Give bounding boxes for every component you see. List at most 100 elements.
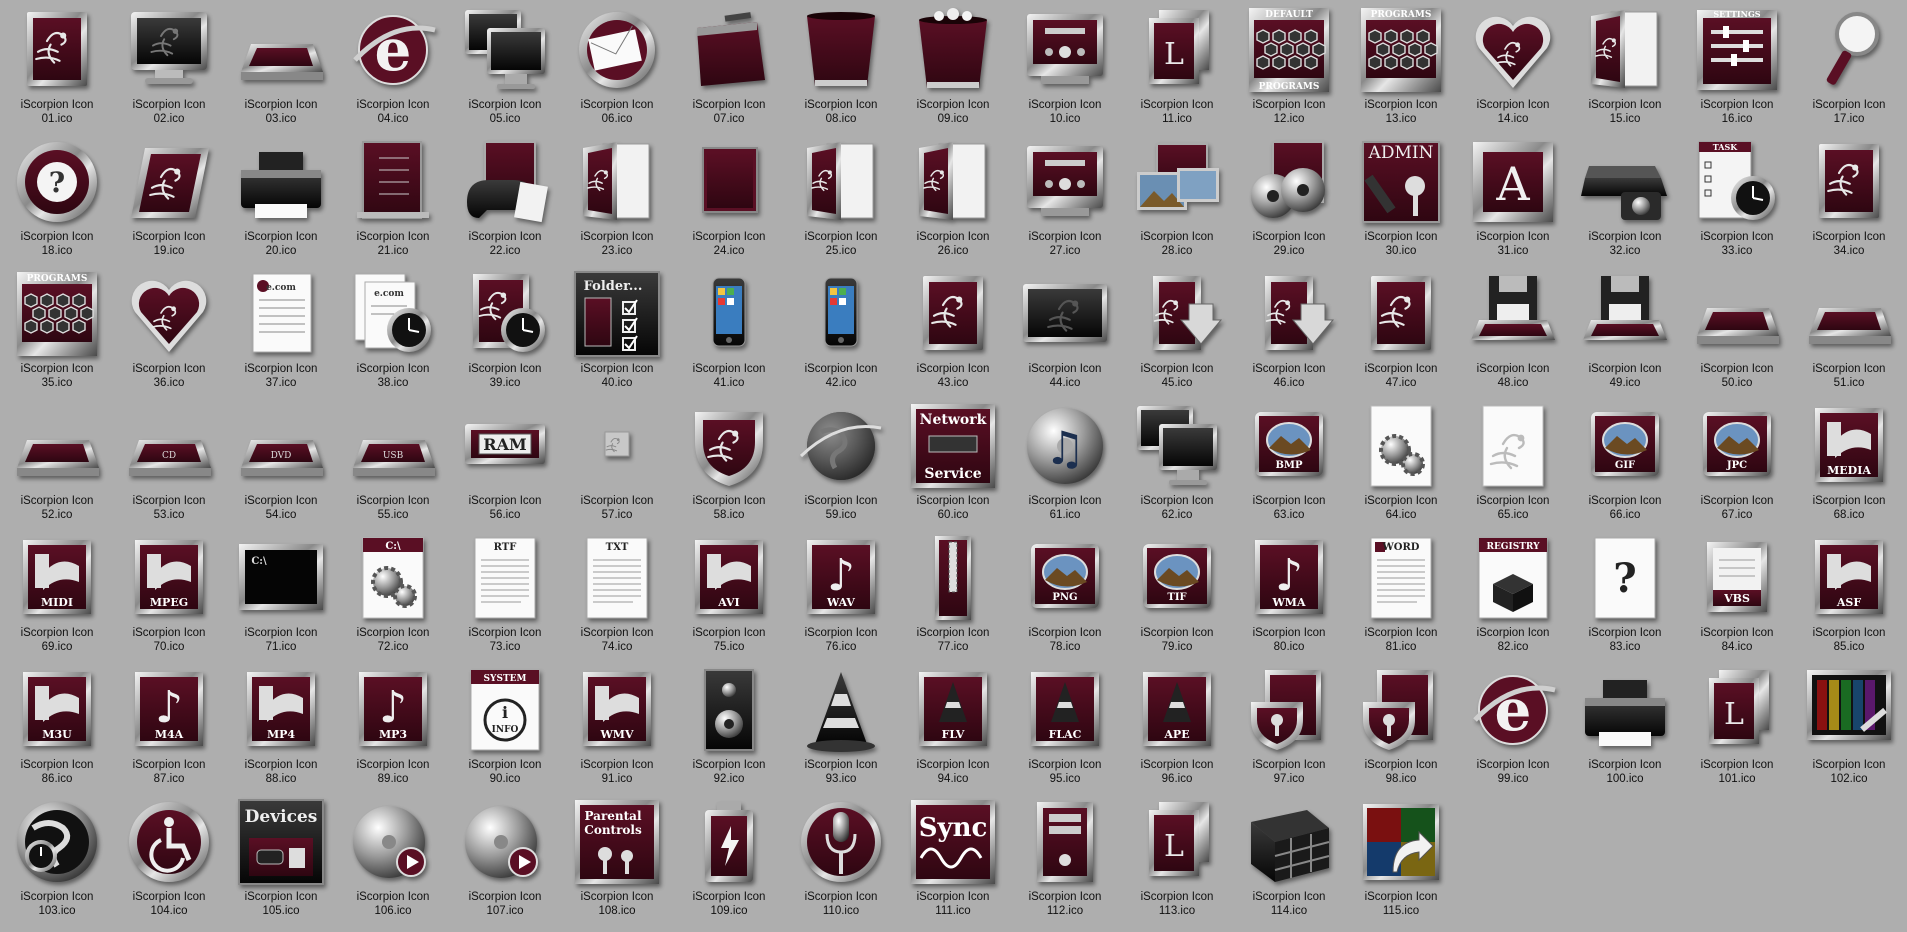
file-item[interactable]: JPC iScorpion Icon 67.ico (1681, 398, 1793, 530)
file-item[interactable]: iScorpion Icon 59.ico (785, 398, 897, 530)
file-item[interactable]: iScorpion Icon 25.ico (785, 134, 897, 266)
file-item[interactable]: iScorpion Icon 62.ico (1121, 398, 1233, 530)
file-item[interactable]: e.com iScorpion Icon 38.ico (337, 266, 449, 398)
file-item[interactable]: iScorpion Icon 109.ico (673, 794, 785, 926)
file-item[interactable]: iScorpion Icon 26.ico (897, 134, 1009, 266)
file-item[interactable]: ASF iScorpion Icon 85.ico (1793, 530, 1905, 662)
file-item[interactable]: iScorpion Icon 106.ico (337, 794, 449, 926)
file-item[interactable]: iScorpion Icon 46.ico (1233, 266, 1345, 398)
file-item[interactable]: iScorpion Icon 21.ico (337, 134, 449, 266)
file-item[interactable]: FLAC iScorpion Icon 95.ico (1009, 662, 1121, 794)
file-item[interactable]: iScorpion Icon 44.ico (1009, 266, 1121, 398)
file-item[interactable]: iScorpion Icon 08.ico (785, 2, 897, 134)
file-item[interactable]: TASK iScorpion Icon 33.ico (1681, 134, 1793, 266)
file-item[interactable]: iScorpion Icon 58.ico (673, 398, 785, 530)
file-item[interactable]: iScorpion Icon 36.ico (113, 266, 225, 398)
file-item[interactable]: iScorpion Icon 41.ico (673, 266, 785, 398)
file-item[interactable]: iScorpion Icon 100.ico (1569, 662, 1681, 794)
file-item[interactable]: SYSTEM i INFO iScorpion Icon 90.ico (449, 662, 561, 794)
file-item[interactable]: iScorpion Icon 97.ico (1233, 662, 1345, 794)
file-item[interactable]: iScorpion Icon 01.ico (1, 2, 113, 134)
file-item[interactable]: LiScorpion Icon 101.ico (1681, 662, 1793, 794)
file-item[interactable]: iScorpion Icon 64.ico (1345, 398, 1457, 530)
file-item[interactable]: iScorpion Icon 103.ico (1, 794, 113, 926)
file-item[interactable]: iScorpion Icon 22.ico (449, 134, 561, 266)
file-item[interactable]: iScorpion Icon 28.ico (1121, 134, 1233, 266)
file-item[interactable]: ? iScorpion Icon 83.ico (1569, 530, 1681, 662)
file-item[interactable]: iScorpion Icon 03.ico (225, 2, 337, 134)
file-item[interactable]: iScorpion Icon 14.ico (1457, 2, 1569, 134)
file-item[interactable]: e iScorpion Icon 99.ico (1457, 662, 1569, 794)
file-item[interactable]: iScorpion Icon 65.ico (1457, 398, 1569, 530)
file-item[interactable]: iScorpion Icon 02.ico (113, 2, 225, 134)
file-item[interactable]: iScorpion Icon 104.ico (113, 794, 225, 926)
file-item[interactable]: M3U iScorpion Icon 86.ico (1, 662, 113, 794)
file-item[interactable]: iScorpion Icon 23.ico (561, 134, 673, 266)
file-item[interactable]: LiScorpion Icon 113.ico (1121, 794, 1233, 926)
file-item[interactable]: e iScorpion Icon 04.ico (337, 2, 449, 134)
file-item[interactable]: WMV iScorpion Icon 91.ico (561, 662, 673, 794)
file-item[interactable]: ADMIN iScorpion Icon 30.ico (1345, 134, 1457, 266)
file-item[interactable]: SETTINGS iScorpion Icon 16.ico (1681, 2, 1793, 134)
file-item[interactable]: iScorpion Icon 39.ico (449, 266, 561, 398)
file-item[interactable]: iScorpion Icon 107.ico (449, 794, 561, 926)
file-item[interactable]: iScorpion Icon 06.ico (561, 2, 673, 134)
file-item[interactable]: iScorpion Icon 50.ico (1681, 266, 1793, 398)
file-item[interactable]: ♪ WAV iScorpion Icon 76.ico (785, 530, 897, 662)
file-item[interactable]: MEDIA iScorpion Icon 68.ico (1793, 398, 1905, 530)
file-item[interactable]: Folder... iScorpion Icon 40.ico (561, 266, 673, 398)
file-item[interactable]: iScorpion Icon 07.ico (673, 2, 785, 134)
file-item[interactable]: iScorpion Icon 34.ico (1793, 134, 1905, 266)
file-item[interactable]: AiScorpion Icon 31.ico (1457, 134, 1569, 266)
file-item[interactable]: TIF iScorpion Icon 79.ico (1121, 530, 1233, 662)
file-item[interactable]: PROGRAMS iScorpion Icon 35.ico (1, 266, 113, 398)
file-item[interactable]: CD iScorpion Icon 53.ico (113, 398, 225, 530)
file-item[interactable]: iScorpion Icon 114.ico (1233, 794, 1345, 926)
file-item[interactable]: Network Service iScorpion Icon 60.ico (897, 398, 1009, 530)
file-item[interactable]: iScorpion Icon 45.ico (1121, 266, 1233, 398)
file-item[interactable]: ♪ WMA iScorpion Icon 80.ico (1233, 530, 1345, 662)
file-item[interactable]: iScorpion Icon 48.ico (1457, 266, 1569, 398)
file-item[interactable]: iScorpion Icon 43.ico (897, 266, 1009, 398)
file-item[interactable]: MP4 iScorpion Icon 88.ico (225, 662, 337, 794)
file-item[interactable]: PNG iScorpion Icon 78.ico (1009, 530, 1121, 662)
file-item[interactable]: ♪ MP3 iScorpion Icon 89.ico (337, 662, 449, 794)
file-item[interactable]: iScorpion Icon 10.ico (1009, 2, 1121, 134)
file-item[interactable]: Sync iScorpion Icon 111.ico (897, 794, 1009, 926)
file-item[interactable]: APE iScorpion Icon 96.ico (1121, 662, 1233, 794)
file-item[interactable]: iScorpion Icon 32.ico (1569, 134, 1681, 266)
file-item[interactable]: iScorpion Icon 24.ico (673, 134, 785, 266)
file-item[interactable]: iScorpion Icon 49.ico (1569, 266, 1681, 398)
file-item[interactable]: DVD iScorpion Icon 54.ico (225, 398, 337, 530)
file-item[interactable]: e.com iScorpion Icon 37.ico (225, 266, 337, 398)
file-item[interactable]: Parental Controls iScorpion Icon 108.ico (561, 794, 673, 926)
file-item[interactable]: iScorpion Icon 20.ico (225, 134, 337, 266)
file-item[interactable]: BMP iScorpion Icon 63.ico (1233, 398, 1345, 530)
file-item[interactable]: Devices iScorpion Icon 105.ico (225, 794, 337, 926)
file-item[interactable]: TXT iScorpion Icon 74.ico (561, 530, 673, 662)
file-item[interactable]: REGISTRY iScorpion Icon 82.ico (1457, 530, 1569, 662)
file-item[interactable]: iScorpion Icon 110.ico (785, 794, 897, 926)
file-item[interactable]: iScorpion Icon 112.ico (1009, 794, 1121, 926)
file-item[interactable]: USB iScorpion Icon 55.ico (337, 398, 449, 530)
file-item[interactable]: C:\ iScorpion Icon 71.ico (225, 530, 337, 662)
file-item[interactable]: iScorpion Icon 93.ico (785, 662, 897, 794)
file-item[interactable]: iScorpion Icon 09.ico (897, 2, 1009, 134)
file-item[interactable]: iScorpion Icon 57.ico (561, 398, 673, 530)
file-item[interactable]: MPEG iScorpion Icon 70.ico (113, 530, 225, 662)
file-item[interactable]: iScorpion Icon 52.ico (1, 398, 113, 530)
file-item[interactable]: GIF iScorpion Icon 66.ico (1569, 398, 1681, 530)
file-item[interactable]: MIDI iScorpion Icon 69.ico (1, 530, 113, 662)
file-item[interactable]: ♫ iScorpion Icon 61.ico (1009, 398, 1121, 530)
file-item[interactable]: iScorpion Icon 47.ico (1345, 266, 1457, 398)
file-item[interactable]: iScorpion Icon 27.ico (1009, 134, 1121, 266)
file-item[interactable]: ♪ M4A iScorpion Icon 87.ico (113, 662, 225, 794)
file-item[interactable]: C:\ iScorpion Icon 72.ico (337, 530, 449, 662)
file-item[interactable]: iScorpion Icon 19.ico (113, 134, 225, 266)
file-item[interactable]: RTF iScorpion Icon 73.ico (449, 530, 561, 662)
file-item[interactable]: ? iScorpion Icon 18.ico (1, 134, 113, 266)
file-item[interactable]: iScorpion Icon 42.ico (785, 266, 897, 398)
file-item[interactable]: LiScorpion Icon 11.ico (1121, 2, 1233, 134)
file-item[interactable]: iScorpion Icon 05.ico (449, 2, 561, 134)
file-item[interactable]: iScorpion Icon 51.ico (1793, 266, 1905, 398)
